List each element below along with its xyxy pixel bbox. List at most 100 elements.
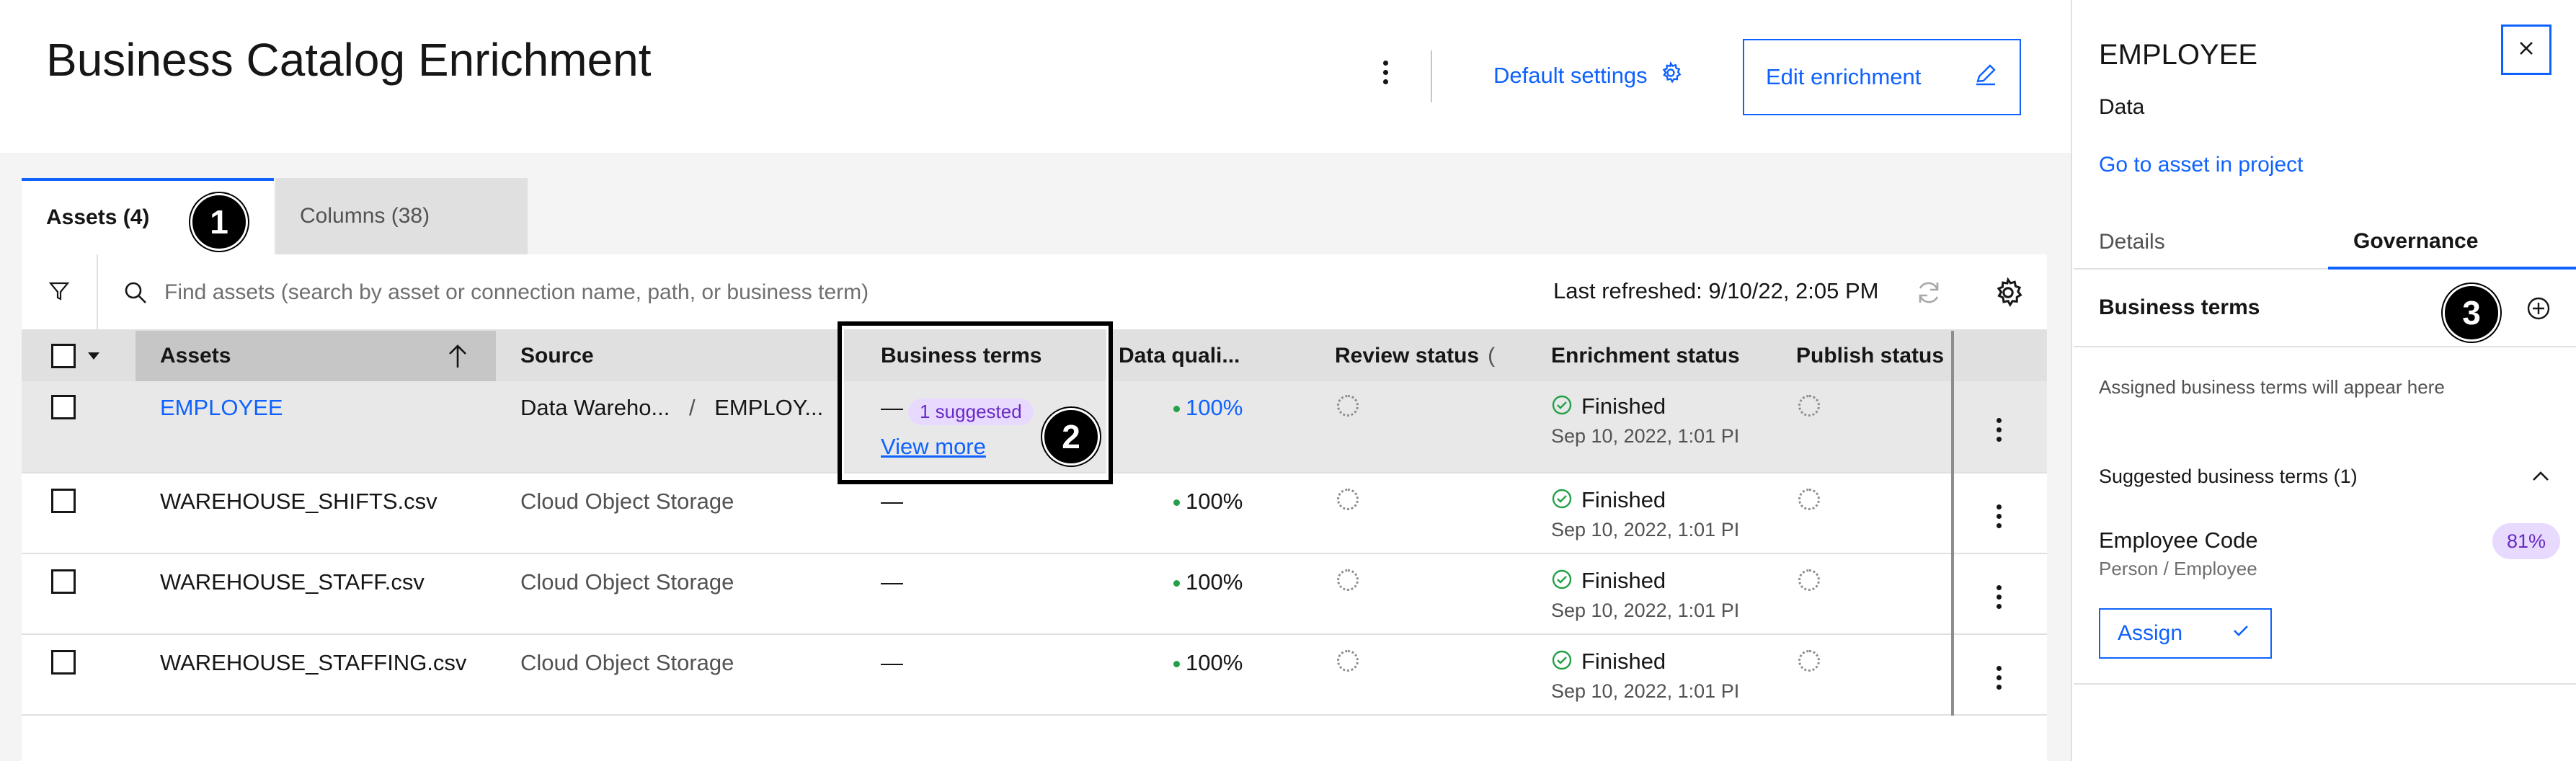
quality-dot-icon: [1173, 406, 1180, 413]
page-title: Business Catalog Enrichment: [46, 34, 652, 86]
table-empty-area: [22, 716, 2047, 761]
row-checkbox[interactable]: [51, 395, 76, 419]
column-header-enrichment-status[interactable]: Enrichment status: [1551, 331, 1740, 381]
business-terms-empty-message: Assigned business terms will appear here: [2099, 376, 2445, 398]
enrichment-status: Finished: [1551, 649, 1666, 675]
review-pending-icon: [1337, 489, 1359, 510]
suggested-term-name: Employee Code: [2099, 528, 2258, 553]
finished-check-icon: [1551, 394, 1573, 419]
row-checkbox[interactable]: [51, 489, 76, 513]
finished-check-icon: [1551, 649, 1573, 675]
asset-name[interactable]: WAREHOUSE_STAFFING.csv: [160, 650, 466, 676]
filter-button[interactable]: [22, 254, 98, 331]
finished-check-icon: [1551, 488, 1573, 513]
column-header-data-quality[interactable]: Data quali...: [1119, 331, 1240, 381]
review-status-label: Review status: [1335, 344, 1480, 368]
select-all-checkbox[interactable]: [51, 344, 76, 368]
filter-icon: [48, 280, 71, 306]
data-quality-value[interactable]: 100%: [1173, 395, 1243, 421]
enrichment-status: Finished: [1551, 568, 1666, 594]
suggested-term-confidence-badge: 81%: [2492, 523, 2560, 559]
publish-pending-icon: [1798, 569, 1820, 591]
data-quality-percent: 100%: [1186, 395, 1243, 420]
search-input[interactable]: [163, 272, 1446, 313]
data-quality-percent: 100%: [1186, 489, 1243, 514]
select-menu-caret-icon[interactable]: [86, 351, 101, 365]
review-pending-icon: [1337, 569, 1359, 591]
quality-dot-icon: [1173, 661, 1180, 668]
business-terms-value: —: [881, 650, 903, 675]
data-quality-percent: 100%: [1186, 650, 1243, 675]
side-panel-divider: [2074, 683, 2576, 685]
asset-name-link[interactable]: EMPLOYEE: [160, 395, 283, 421]
tab-columns[interactable]: Columns (38): [275, 178, 528, 254]
row-overflow-menu-icon[interactable]: [1989, 663, 2008, 692]
enrichment-date: Sep 10, 2022, 1:01 PI: [1551, 519, 1740, 540]
publish-pending-icon: [1798, 650, 1820, 672]
checkmark-icon: [2230, 620, 2252, 647]
data-quality-percent: 100%: [1186, 569, 1243, 595]
tab-governance[interactable]: Governance: [2328, 216, 2576, 270]
refresh-icon[interactable]: [1913, 277, 1945, 308]
close-icon: [2517, 39, 2536, 61]
callout-badge-3: 3: [2443, 284, 2500, 342]
sort-ascending-icon[interactable]: [445, 343, 470, 373]
asset-name[interactable]: WAREHOUSE_STAFF.csv: [160, 569, 425, 595]
suggested-term-path: Person / Employee: [2099, 558, 2257, 579]
finished-check-icon: [1551, 569, 1573, 594]
enrichment-status: Finished: [1551, 487, 1666, 513]
row-overflow-menu-icon[interactable]: [1989, 502, 2008, 530]
row-checkbox[interactable]: [51, 650, 76, 675]
asset-source: Data Wareho... / EMPLOY...: [520, 395, 823, 421]
enrichment-status-label: Finished: [1581, 568, 1666, 593]
quality-dot-icon: [1173, 499, 1180, 507]
asset-source: Cloud Object Storage: [520, 650, 734, 675]
data-quality-value: 100%: [1173, 650, 1243, 676]
asset-source: Cloud Object Storage: [520, 489, 734, 514]
default-settings-button[interactable]: Default settings: [1493, 58, 1682, 94]
table-settings-gear-icon[interactable]: [1992, 277, 2024, 308]
business-terms-value: —: [881, 489, 903, 514]
enrichment-date: Sep 10, 2022, 1:01 PI: [1551, 425, 1740, 447]
source-path: EMPLOY...: [714, 395, 824, 420]
enrichment-status-label: Finished: [1581, 649, 1666, 674]
edit-enrichment-button[interactable]: Edit enrichment: [1743, 39, 2021, 115]
column-header-review-status[interactable]: Review status (: [1335, 331, 1495, 381]
go-to-asset-link[interactable]: Go to asset in project: [2099, 153, 2303, 177]
row-overflow-menu-icon[interactable]: [1989, 415, 2008, 444]
assign-button[interactable]: Assign: [2099, 608, 2272, 659]
column-header-source[interactable]: Source: [520, 331, 594, 381]
chevron-up-icon[interactable]: [2530, 466, 2551, 487]
review-status-truncated: (: [1488, 344, 1496, 368]
publish-pending-icon: [1798, 489, 1820, 510]
enrichment-date: Sep 10, 2022, 1:01 PI: [1551, 600, 1740, 621]
column-header-publish-status[interactable]: Publish status: [1796, 331, 1944, 381]
settings-gear-icon: [1659, 61, 1682, 90]
enrichment-status-label: Finished: [1581, 487, 1666, 512]
business-terms-heading: Business terms: [2099, 295, 2260, 319]
data-quality-value: 100%: [1173, 489, 1243, 515]
callout-badge-2: 2: [1042, 408, 1100, 466]
asset-source: Cloud Object Storage: [520, 569, 734, 595]
review-pending-icon: [1337, 395, 1359, 417]
side-panel-subtitle: Data: [2099, 95, 2145, 119]
enrichment-status: Finished: [1551, 393, 1666, 419]
side-panel-close-button[interactable]: [2501, 25, 2551, 75]
add-business-term-icon[interactable]: [2526, 295, 2551, 321]
side-panel-title: EMPLOYEE: [2099, 39, 2258, 71]
overflow-menu-icon[interactable]: [1373, 56, 1398, 88]
enrichment-date: Sep 10, 2022, 1:01 PI: [1551, 680, 1740, 702]
source-name: Data Wareho...: [520, 395, 670, 420]
row-checkbox[interactable]: [51, 569, 76, 594]
row-overflow-menu-icon[interactable]: [1989, 582, 2008, 611]
enrichment-status-label: Finished: [1581, 393, 1666, 419]
source-separator: /: [688, 395, 696, 420]
quality-dot-icon: [1173, 580, 1180, 587]
column-header-assets[interactable]: Assets: [160, 331, 231, 381]
callout-badge-1: 1: [190, 193, 248, 251]
sticky-column-divider: [1951, 331, 1954, 716]
asset-name[interactable]: WAREHOUSE_SHIFTS.csv: [160, 489, 438, 515]
assign-label: Assign: [2118, 621, 2183, 645]
tab-details[interactable]: Details: [2074, 216, 2328, 270]
suggested-terms-heading[interactable]: Suggested business terms (1): [2099, 466, 2358, 488]
